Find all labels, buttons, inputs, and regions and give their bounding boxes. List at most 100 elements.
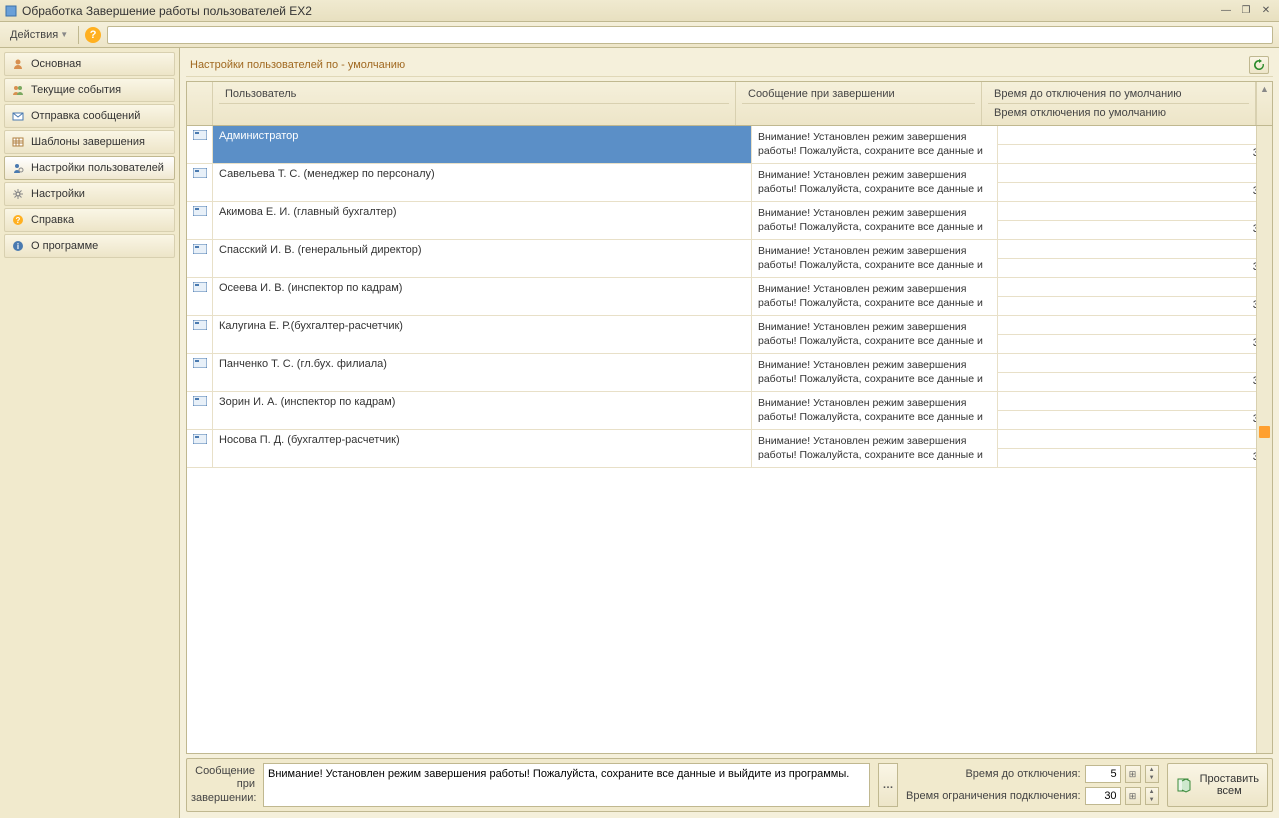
cell-message: Внимание! Установлен режим завершения ра…: [752, 430, 998, 467]
cell-t2: 30: [998, 297, 1271, 315]
table-row[interactable]: АдминистраторВнимание! Установлен режим …: [187, 126, 1272, 164]
maximize-button[interactable]: ❐: [1237, 4, 1255, 18]
users-table: Пользователь Сообщение при завершении Вр…: [186, 81, 1273, 754]
sidebar-item-4[interactable]: Настройки пользователей: [4, 156, 175, 180]
sidebar-item-0[interactable]: Основная: [4, 52, 175, 76]
cell-time: 530: [998, 164, 1272, 201]
chevron-down-icon: ▼: [60, 30, 68, 39]
sidebar-item-5[interactable]: Настройки: [4, 182, 175, 206]
cell-t2: 30: [998, 259, 1271, 277]
calc-icon[interactable]: ⊞: [1125, 765, 1141, 783]
cell-t2: 30: [998, 335, 1271, 353]
message-ellipsis-button[interactable]: …: [878, 763, 898, 807]
cell-user: Панченко Т. С. (гл.бух. филиала): [213, 354, 752, 391]
cell-t2: 30: [998, 221, 1271, 239]
titlebar: Обработка Завершение работы пользователе…: [0, 0, 1279, 22]
sidebar-item-2[interactable]: Отправка сообщений: [4, 104, 175, 128]
table-row[interactable]: Зорин И. А. (инспектор по кадрам)Внимани…: [187, 392, 1272, 430]
cell-user: Осеева И. В. (инспектор по кадрам): [213, 278, 752, 315]
table-icon: [11, 135, 25, 149]
cell-message: Внимание! Установлен режим завершения ра…: [752, 164, 998, 201]
table-row[interactable]: Спасский И. В. (генеральный директор)Вни…: [187, 240, 1272, 278]
cell-t2: 30: [998, 449, 1271, 467]
table-header: Пользователь Сообщение при завершении Вр…: [187, 82, 1272, 126]
time-off-spinner[interactable]: ▲▼: [1145, 765, 1159, 783]
th-user[interactable]: Пользователь: [213, 82, 736, 125]
table-row[interactable]: Калугина Е. Р.(бухгалтер-расчетчик)Внима…: [187, 316, 1272, 354]
sidebar-item-6[interactable]: ?Справка: [4, 208, 175, 232]
cell-user: Акимова Е. И. (главный бухгалтер): [213, 202, 752, 239]
sidebar-item-7[interactable]: i О программе: [4, 234, 175, 258]
group-title: Настройки пользователей по - умолчанию: [190, 59, 1249, 71]
group-header: Настройки пользователей по - умолчанию: [186, 54, 1273, 77]
toolbar-separator: [78, 26, 79, 44]
cell-message: Внимание! Установлен режим завершения ра…: [752, 240, 998, 277]
mail-icon: [11, 109, 25, 123]
table-row[interactable]: Осеева И. В. (инспектор по кадрам)Вниман…: [187, 278, 1272, 316]
cell-t2: 30: [998, 373, 1271, 391]
cell-message: Внимание! Установлен режим завершения ра…: [752, 278, 998, 315]
cell-message: Внимание! Установлен режим завершения ра…: [752, 316, 998, 353]
refresh-button[interactable]: [1249, 56, 1269, 74]
help-icon: ?: [11, 213, 25, 227]
row-icon: [187, 430, 213, 467]
th-icon[interactable]: [187, 82, 213, 125]
time-off-input[interactable]: [1085, 765, 1121, 783]
table-row[interactable]: Акимова Е. И. (главный бухгалтер)Внимани…: [187, 202, 1272, 240]
time-off-label: Время до отключения:: [965, 768, 1080, 780]
svg-text:?: ?: [16, 216, 21, 225]
time-limit-spinner[interactable]: ▲▼: [1145, 787, 1159, 805]
cell-message: Внимание! Установлен режим завершения ра…: [752, 202, 998, 239]
row-icon: [187, 126, 213, 163]
window-title: Обработка Завершение работы пользователе…: [22, 4, 1217, 18]
cell-time: 530: [998, 354, 1272, 391]
users-icon: [11, 83, 25, 97]
cell-time: 530: [998, 430, 1272, 467]
cell-t1: 5: [998, 240, 1271, 259]
sidebar-item-label: Отправка сообщений: [31, 110, 140, 122]
table-row[interactable]: Савельева Т. С. (менеджер по персоналу)В…: [187, 164, 1272, 202]
scroll-up-icon[interactable]: ▲: [1256, 82, 1272, 125]
message-label: Сообщение при завершении:: [191, 763, 255, 807]
sidebar-item-label: Настройки: [31, 188, 85, 200]
toolbar: Действия ▼ ?: [0, 22, 1279, 48]
row-icon: [187, 164, 213, 201]
sidebar-item-label: О программе: [31, 240, 98, 252]
cell-user: Савельева Т. С. (менеджер по персоналу): [213, 164, 752, 201]
help-icon[interactable]: ?: [85, 27, 101, 43]
table-row[interactable]: Панченко Т. С. (гл.бух. филиала)Внимание…: [187, 354, 1272, 392]
message-textarea[interactable]: [263, 763, 870, 807]
sidebar-item-label: Текущие события: [31, 84, 121, 96]
svg-text:i: i: [17, 242, 19, 251]
cell-t1: 5: [998, 354, 1271, 373]
minimize-button[interactable]: —: [1217, 4, 1235, 18]
cell-user: Спасский И. В. (генеральный директор): [213, 240, 752, 277]
table-row[interactable]: Носова П. Д. (бухгалтер-расчетчик)Вниман…: [187, 430, 1272, 468]
cell-t1: 5: [998, 392, 1271, 411]
apply-icon: [1176, 776, 1194, 794]
apply-label: Проставить всем: [1200, 773, 1259, 797]
gear-icon: [11, 187, 25, 201]
content: Настройки пользователей по - умолчанию П…: [180, 48, 1279, 818]
time-limit-input[interactable]: [1085, 787, 1121, 805]
actions-label: Действия: [10, 29, 58, 41]
th-time[interactable]: Время до отключения по умолчанию Время о…: [982, 82, 1256, 125]
cell-message: Внимание! Установлен режим завершения ра…: [752, 126, 998, 163]
toolbar-search-input[interactable]: [107, 26, 1273, 44]
cell-time: 530: [998, 392, 1272, 429]
close-button[interactable]: ✕: [1257, 4, 1275, 18]
bottom-panel: Сообщение при завершении: … Время до отк…: [186, 758, 1273, 812]
vertical-scrollbar[interactable]: [1256, 126, 1272, 753]
apply-all-button[interactable]: Проставить всем: [1167, 763, 1268, 807]
sidebar-item-1[interactable]: Текущие события: [4, 78, 175, 102]
cell-t2: 30: [998, 411, 1271, 429]
sidebar-item-3[interactable]: Шаблоны завершения: [4, 130, 175, 154]
row-icon: [187, 240, 213, 277]
calc-icon[interactable]: ⊞: [1125, 787, 1141, 805]
time-limit-label: Время ограничения подключения:: [906, 790, 1081, 802]
cell-user: Носова П. Д. (бухгалтер-расчетчик): [213, 430, 752, 467]
th-message[interactable]: Сообщение при завершении: [736, 82, 982, 125]
sidebar-item-label: Шаблоны завершения: [31, 136, 145, 148]
sidebar-item-label: Основная: [31, 58, 81, 70]
actions-menu[interactable]: Действия ▼: [6, 27, 72, 43]
